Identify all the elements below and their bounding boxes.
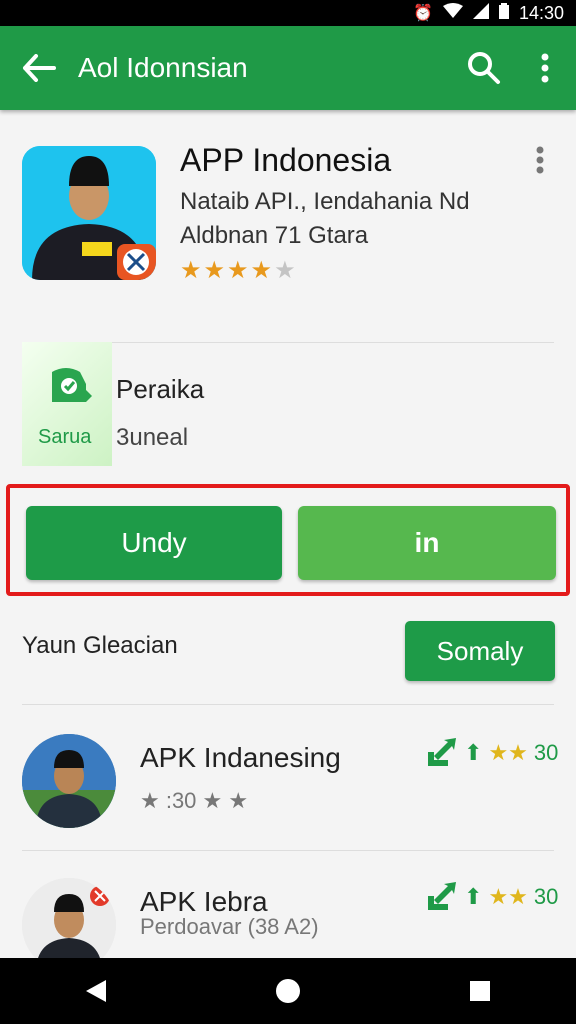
similar-section-title: Yaun Gleacian bbox=[22, 632, 178, 659]
app-icon bbox=[22, 146, 156, 280]
divider bbox=[22, 704, 554, 705]
info-thumb-label: Sarua bbox=[38, 426, 92, 448]
developer-name[interactable]: Nataib API., Iendahania Nd bbox=[180, 188, 470, 216]
signal-icon bbox=[472, 2, 489, 24]
square-recents-icon bbox=[470, 981, 490, 1001]
nav-home-button[interactable] bbox=[248, 958, 328, 1024]
list-item-rating: ★ :30 ★ ★ bbox=[140, 788, 249, 813]
star-icon: ★ bbox=[227, 257, 251, 284]
alarm-icon: ⏰ bbox=[413, 5, 433, 22]
app-bar-title: Aol Idonnsian bbox=[78, 52, 248, 83]
list-item-score-value: 30 bbox=[533, 740, 559, 765]
action-buttons-highlight: Undy in bbox=[6, 484, 570, 596]
star-icon: ★ bbox=[203, 257, 228, 284]
download-arrow-icon bbox=[428, 882, 456, 910]
search-icon bbox=[468, 52, 500, 84]
avatar bbox=[22, 734, 116, 828]
list-item-name: APK Indanesing bbox=[140, 742, 341, 773]
info-thumbnail: Sarua bbox=[22, 342, 112, 466]
uninstall-button[interactable]: Undy bbox=[26, 506, 282, 580]
app-bar: Aol Idonnsian bbox=[0, 26, 576, 110]
info-subtitle: 3uneal bbox=[116, 424, 189, 451]
arrow-left-icon bbox=[23, 54, 56, 82]
back-button[interactable] bbox=[0, 26, 78, 110]
search-button[interactable] bbox=[454, 26, 514, 110]
nav-back-button[interactable] bbox=[56, 958, 136, 1024]
list-item[interactable]: APK Indanesing ★ :30 ★ ★ ⬆ ★★ 30 bbox=[0, 714, 576, 854]
overflow-menu-button[interactable] bbox=[514, 26, 576, 110]
similar-more-button[interactable]: Somaly bbox=[405, 621, 555, 681]
app-more-icon[interactable] bbox=[536, 146, 544, 182]
star-icon: ★ bbox=[250, 257, 275, 284]
status-time: 14:30 bbox=[518, 2, 564, 23]
status-bar: ⏰ 14:30 bbox=[0, 0, 576, 26]
info-title: Peraika bbox=[116, 374, 205, 404]
navigation-bar bbox=[0, 958, 576, 1024]
info-card[interactable]: Sarua Peraika 3uneal bbox=[22, 342, 554, 466]
rating-stars: ★★★★★ bbox=[180, 256, 298, 285]
battery-icon bbox=[498, 2, 509, 24]
list-item-score: ⬆ ★★ 30 bbox=[426, 882, 558, 912]
triangle-back-icon bbox=[86, 980, 106, 1002]
download-arrow-icon bbox=[428, 738, 456, 766]
more-vert-icon bbox=[541, 53, 549, 83]
circle-home-icon bbox=[276, 979, 300, 1003]
wifi-icon bbox=[442, 2, 463, 24]
app-header: APP Indonesia Nataib API., Iendahania Nd… bbox=[0, 110, 576, 342]
developer-location: Aldbnan 71 Gtara bbox=[180, 222, 369, 249]
list-item-score-value: 30 bbox=[533, 884, 559, 909]
divider bbox=[22, 850, 554, 851]
star-icon: ★ bbox=[180, 257, 204, 284]
install-button[interactable]: in bbox=[298, 506, 556, 580]
list-item-score: ⬆ ★★ 30 bbox=[426, 738, 558, 768]
app-name: APP Indonesia bbox=[180, 142, 392, 178]
list-item-rating: Perdoavar (38 A2) bbox=[140, 914, 319, 939]
star-empty-icon: ★ bbox=[274, 257, 298, 284]
nav-recents-button[interactable] bbox=[440, 958, 520, 1024]
